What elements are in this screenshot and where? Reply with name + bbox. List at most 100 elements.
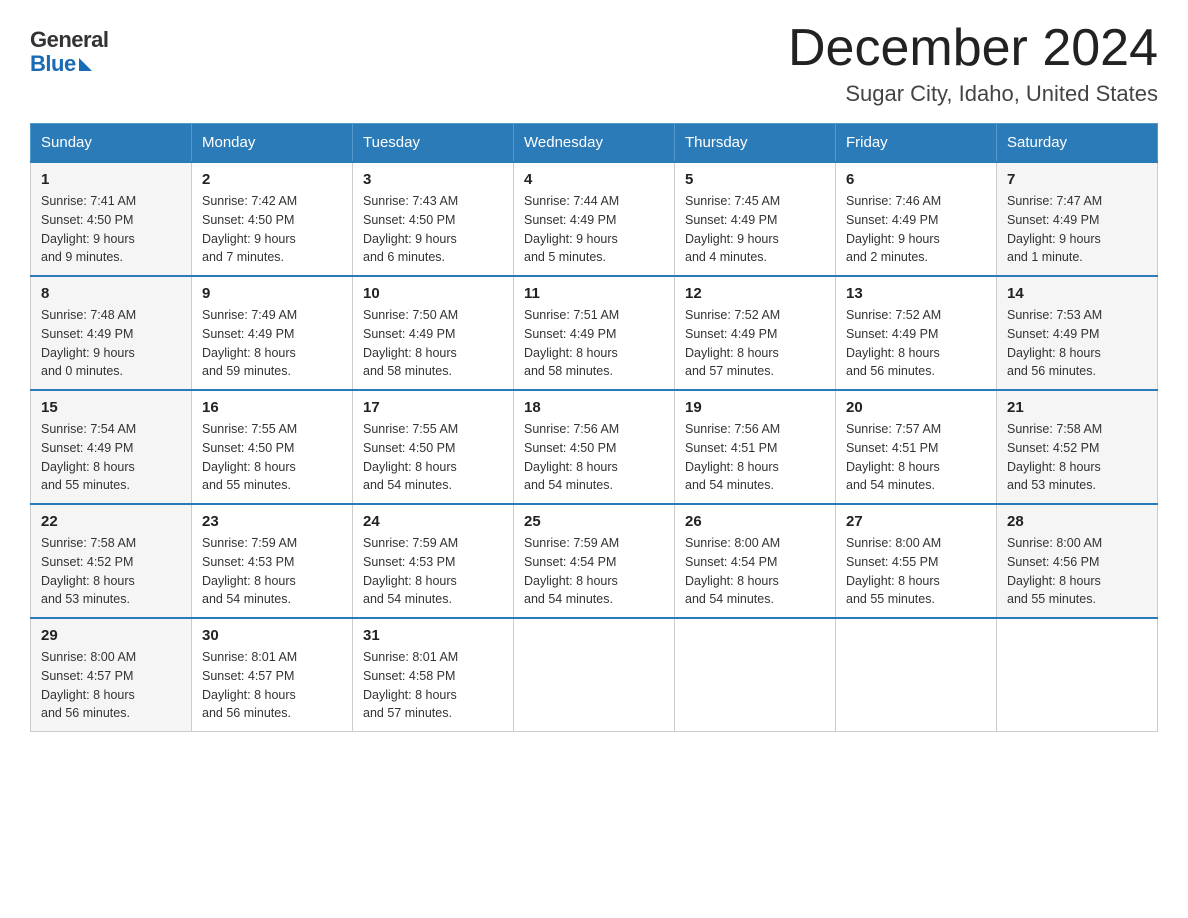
weekday-header-monday: Monday [192, 124, 353, 163]
day-number: 26 [685, 513, 825, 530]
calendar-cell: 24 Sunrise: 7:59 AM Sunset: 4:53 PM Dayl… [353, 504, 514, 618]
calendar-cell: 2 Sunrise: 7:42 AM Sunset: 4:50 PM Dayli… [192, 162, 353, 276]
calendar-cell: 27 Sunrise: 8:00 AM Sunset: 4:55 PM Dayl… [836, 504, 997, 618]
day-number: 8 [41, 285, 181, 302]
calendar-cell: 17 Sunrise: 7:55 AM Sunset: 4:50 PM Dayl… [353, 390, 514, 504]
calendar-table: SundayMondayTuesdayWednesdayThursdayFrid… [30, 123, 1158, 732]
day-number: 9 [202, 285, 342, 302]
day-info: Sunrise: 7:42 AM Sunset: 4:50 PM Dayligh… [202, 192, 342, 267]
day-info: Sunrise: 7:59 AM Sunset: 4:53 PM Dayligh… [202, 534, 342, 609]
day-info: Sunrise: 7:47 AM Sunset: 4:49 PM Dayligh… [1007, 192, 1147, 267]
logo: General Blue [30, 20, 108, 76]
day-number: 2 [202, 171, 342, 188]
calendar-cell [836, 618, 997, 732]
day-info: Sunrise: 7:56 AM Sunset: 4:51 PM Dayligh… [685, 420, 825, 495]
day-info: Sunrise: 7:55 AM Sunset: 4:50 PM Dayligh… [363, 420, 503, 495]
title-section: December 2024 Sugar City, Idaho, United … [788, 20, 1158, 107]
calendar-cell: 7 Sunrise: 7:47 AM Sunset: 4:49 PM Dayli… [997, 162, 1158, 276]
calendar-cell: 8 Sunrise: 7:48 AM Sunset: 4:49 PM Dayli… [31, 276, 192, 390]
day-info: Sunrise: 7:49 AM Sunset: 4:49 PM Dayligh… [202, 306, 342, 381]
calendar-cell [514, 618, 675, 732]
calendar-cell: 20 Sunrise: 7:57 AM Sunset: 4:51 PM Dayl… [836, 390, 997, 504]
day-number: 17 [363, 399, 503, 416]
day-info: Sunrise: 8:00 AM Sunset: 4:57 PM Dayligh… [41, 648, 181, 723]
calendar-cell: 29 Sunrise: 8:00 AM Sunset: 4:57 PM Dayl… [31, 618, 192, 732]
calendar-week-row: 29 Sunrise: 8:00 AM Sunset: 4:57 PM Dayl… [31, 618, 1158, 732]
day-info: Sunrise: 7:53 AM Sunset: 4:49 PM Dayligh… [1007, 306, 1147, 381]
day-number: 13 [846, 285, 986, 302]
page-header: General Blue December 2024 Sugar City, I… [30, 20, 1158, 107]
day-info: Sunrise: 7:51 AM Sunset: 4:49 PM Dayligh… [524, 306, 664, 381]
calendar-cell: 15 Sunrise: 7:54 AM Sunset: 4:49 PM Dayl… [31, 390, 192, 504]
day-number: 31 [363, 627, 503, 644]
calendar-cell: 31 Sunrise: 8:01 AM Sunset: 4:58 PM Dayl… [353, 618, 514, 732]
day-info: Sunrise: 7:58 AM Sunset: 4:52 PM Dayligh… [41, 534, 181, 609]
day-number: 30 [202, 627, 342, 644]
calendar-cell: 1 Sunrise: 7:41 AM Sunset: 4:50 PM Dayli… [31, 162, 192, 276]
day-info: Sunrise: 8:01 AM Sunset: 4:57 PM Dayligh… [202, 648, 342, 723]
calendar-cell: 26 Sunrise: 8:00 AM Sunset: 4:54 PM Dayl… [675, 504, 836, 618]
day-number: 7 [1007, 171, 1147, 188]
day-number: 10 [363, 285, 503, 302]
day-number: 28 [1007, 513, 1147, 530]
calendar-cell: 4 Sunrise: 7:44 AM Sunset: 4:49 PM Dayli… [514, 162, 675, 276]
day-number: 4 [524, 171, 664, 188]
calendar-cell: 9 Sunrise: 7:49 AM Sunset: 4:49 PM Dayli… [192, 276, 353, 390]
calendar-cell: 30 Sunrise: 8:01 AM Sunset: 4:57 PM Dayl… [192, 618, 353, 732]
weekday-header-wednesday: Wednesday [514, 124, 675, 163]
calendar-cell: 16 Sunrise: 7:55 AM Sunset: 4:50 PM Dayl… [192, 390, 353, 504]
day-info: Sunrise: 7:52 AM Sunset: 4:49 PM Dayligh… [846, 306, 986, 381]
weekday-header-friday: Friday [836, 124, 997, 163]
calendar-cell: 3 Sunrise: 7:43 AM Sunset: 4:50 PM Dayli… [353, 162, 514, 276]
day-info: Sunrise: 8:01 AM Sunset: 4:58 PM Dayligh… [363, 648, 503, 723]
day-info: Sunrise: 7:58 AM Sunset: 4:52 PM Dayligh… [1007, 420, 1147, 495]
day-info: Sunrise: 8:00 AM Sunset: 4:55 PM Dayligh… [846, 534, 986, 609]
month-title: December 2024 [788, 20, 1158, 77]
weekday-header-thursday: Thursday [675, 124, 836, 163]
calendar-cell: 10 Sunrise: 7:50 AM Sunset: 4:49 PM Dayl… [353, 276, 514, 390]
day-info: Sunrise: 7:44 AM Sunset: 4:49 PM Dayligh… [524, 192, 664, 267]
day-number: 15 [41, 399, 181, 416]
logo-blue-text: Blue [30, 52, 108, 76]
calendar-cell: 25 Sunrise: 7:59 AM Sunset: 4:54 PM Dayl… [514, 504, 675, 618]
weekday-header-saturday: Saturday [997, 124, 1158, 163]
calendar-week-row: 1 Sunrise: 7:41 AM Sunset: 4:50 PM Dayli… [31, 162, 1158, 276]
day-number: 6 [846, 171, 986, 188]
day-number: 22 [41, 513, 181, 530]
calendar-week-row: 8 Sunrise: 7:48 AM Sunset: 4:49 PM Dayli… [31, 276, 1158, 390]
day-info: Sunrise: 7:54 AM Sunset: 4:49 PM Dayligh… [41, 420, 181, 495]
day-number: 1 [41, 171, 181, 188]
day-info: Sunrise: 7:59 AM Sunset: 4:54 PM Dayligh… [524, 534, 664, 609]
weekday-header-tuesday: Tuesday [353, 124, 514, 163]
calendar-cell: 21 Sunrise: 7:58 AM Sunset: 4:52 PM Dayl… [997, 390, 1158, 504]
day-info: Sunrise: 7:48 AM Sunset: 4:49 PM Dayligh… [41, 306, 181, 381]
day-number: 12 [685, 285, 825, 302]
calendar-cell [997, 618, 1158, 732]
day-number: 25 [524, 513, 664, 530]
calendar-cell: 11 Sunrise: 7:51 AM Sunset: 4:49 PM Dayl… [514, 276, 675, 390]
day-info: Sunrise: 7:55 AM Sunset: 4:50 PM Dayligh… [202, 420, 342, 495]
calendar-cell: 6 Sunrise: 7:46 AM Sunset: 4:49 PM Dayli… [836, 162, 997, 276]
day-info: Sunrise: 7:41 AM Sunset: 4:50 PM Dayligh… [41, 192, 181, 267]
calendar-cell: 23 Sunrise: 7:59 AM Sunset: 4:53 PM Dayl… [192, 504, 353, 618]
day-number: 18 [524, 399, 664, 416]
location-subtitle: Sugar City, Idaho, United States [788, 81, 1158, 107]
calendar-cell: 22 Sunrise: 7:58 AM Sunset: 4:52 PM Dayl… [31, 504, 192, 618]
calendar-cell: 19 Sunrise: 7:56 AM Sunset: 4:51 PM Dayl… [675, 390, 836, 504]
day-info: Sunrise: 7:46 AM Sunset: 4:49 PM Dayligh… [846, 192, 986, 267]
day-number: 5 [685, 171, 825, 188]
calendar-week-row: 22 Sunrise: 7:58 AM Sunset: 4:52 PM Dayl… [31, 504, 1158, 618]
calendar-cell: 18 Sunrise: 7:56 AM Sunset: 4:50 PM Dayl… [514, 390, 675, 504]
day-info: Sunrise: 7:52 AM Sunset: 4:49 PM Dayligh… [685, 306, 825, 381]
day-number: 3 [363, 171, 503, 188]
day-info: Sunrise: 7:50 AM Sunset: 4:49 PM Dayligh… [363, 306, 503, 381]
weekday-header-row: SundayMondayTuesdayWednesdayThursdayFrid… [31, 124, 1158, 163]
day-number: 27 [846, 513, 986, 530]
day-number: 14 [1007, 285, 1147, 302]
calendar-cell: 5 Sunrise: 7:45 AM Sunset: 4:49 PM Dayli… [675, 162, 836, 276]
day-info: Sunrise: 8:00 AM Sunset: 4:54 PM Dayligh… [685, 534, 825, 609]
day-info: Sunrise: 7:59 AM Sunset: 4:53 PM Dayligh… [363, 534, 503, 609]
calendar-cell: 13 Sunrise: 7:52 AM Sunset: 4:49 PM Dayl… [836, 276, 997, 390]
day-number: 19 [685, 399, 825, 416]
calendar-cell: 12 Sunrise: 7:52 AM Sunset: 4:49 PM Dayl… [675, 276, 836, 390]
